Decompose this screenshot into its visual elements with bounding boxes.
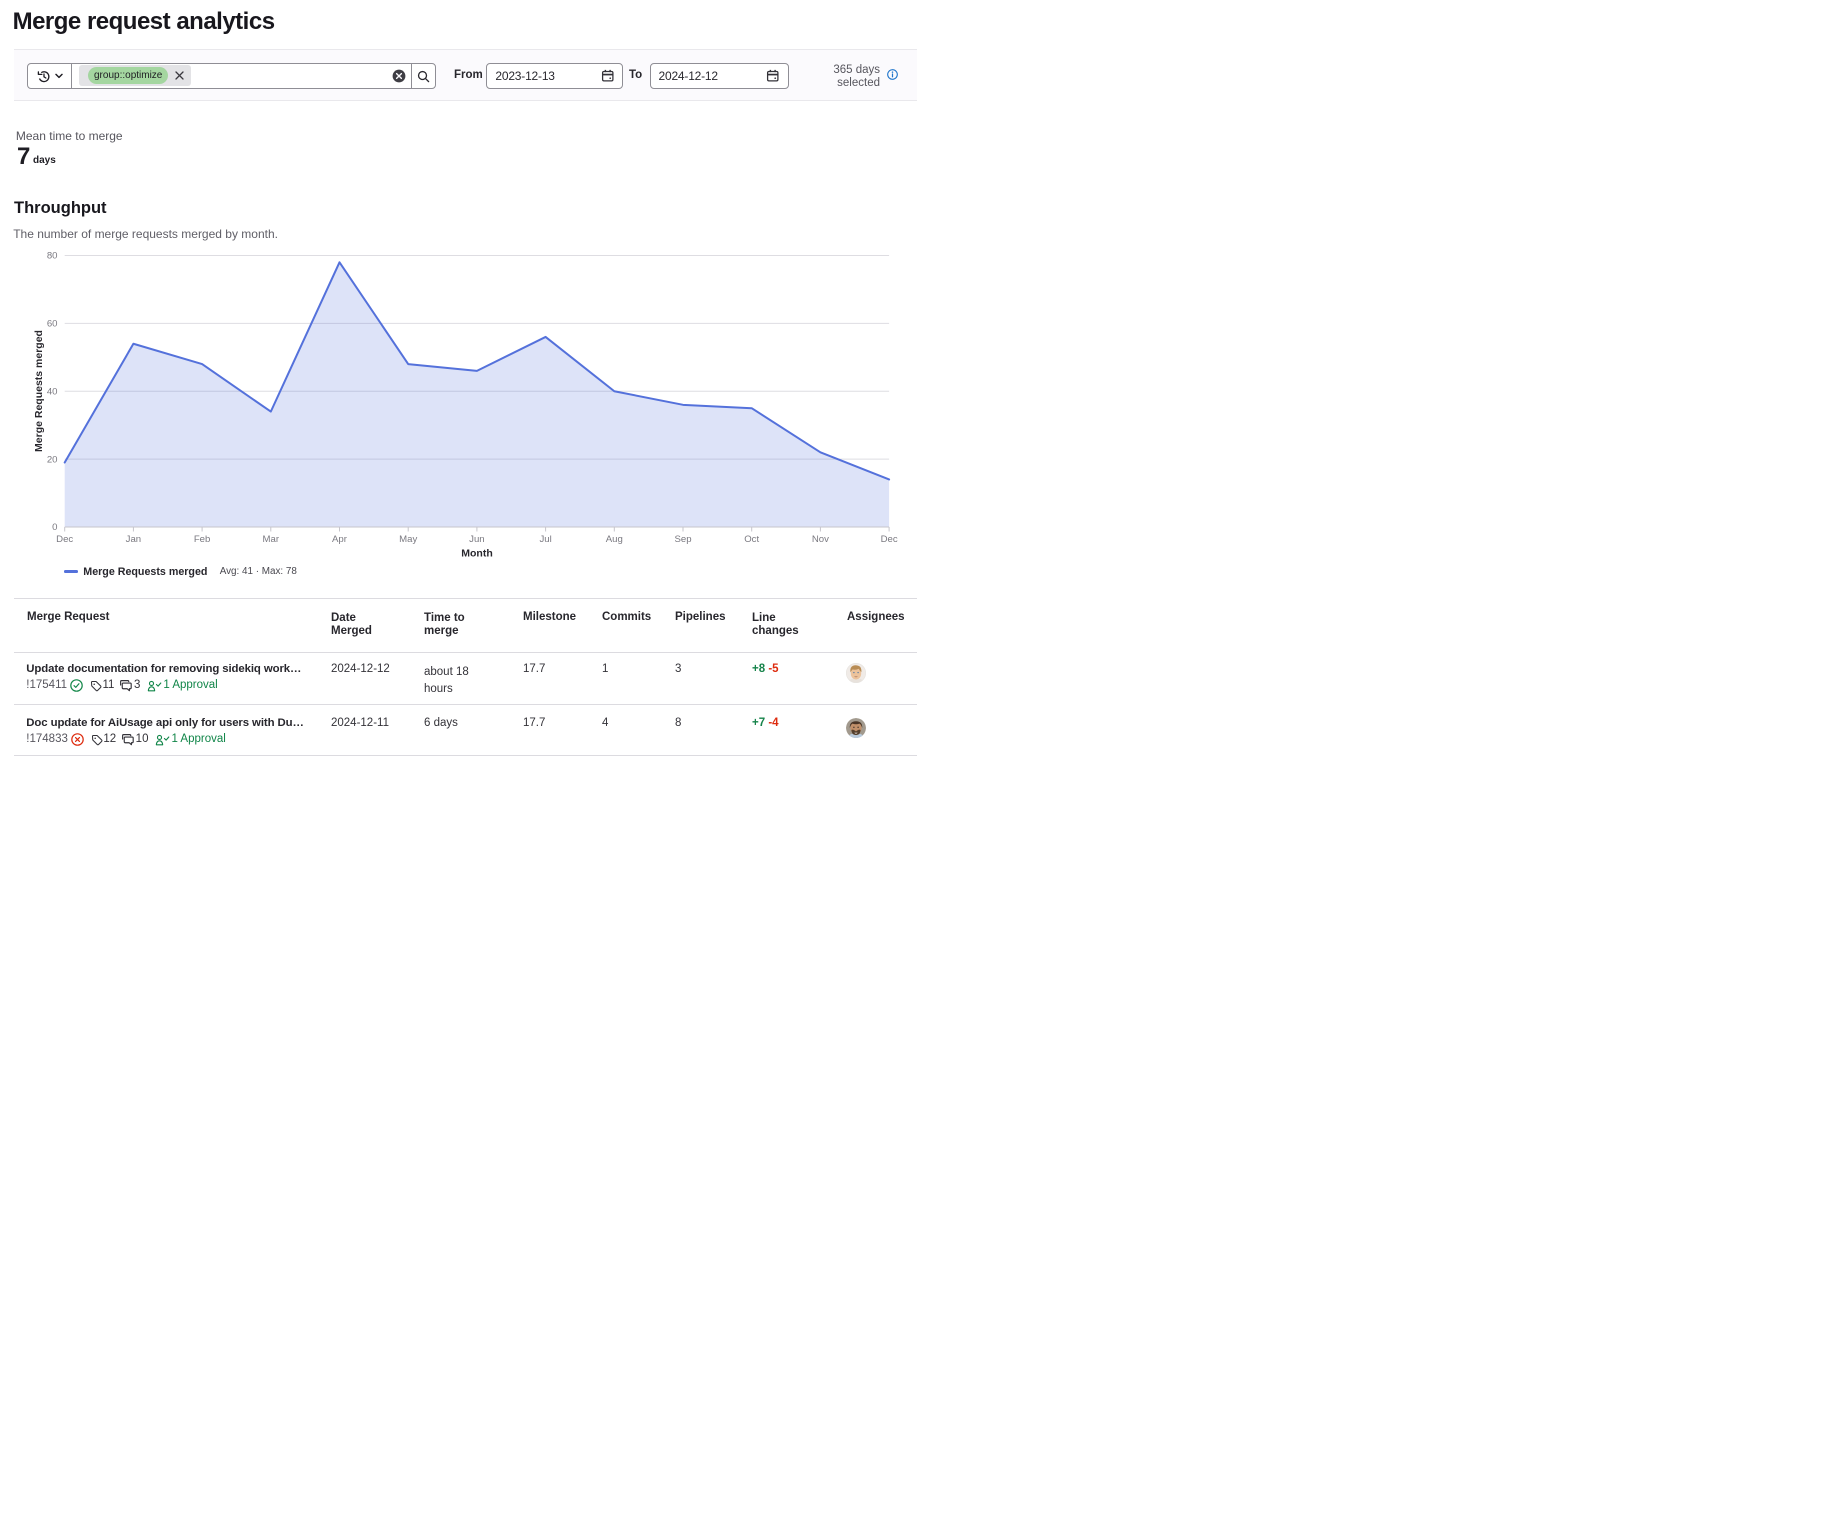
svg-text:20: 20: [47, 454, 58, 465]
svg-text:Apr: Apr: [332, 534, 348, 545]
svg-text:Dec: Dec: [881, 534, 898, 545]
svg-text:0: 0: [52, 522, 57, 533]
svg-text:Month: Month: [461, 548, 493, 560]
svg-text:Merge Requests merged: Merge Requests merged: [33, 330, 45, 452]
svg-text:Aug: Aug: [606, 534, 623, 545]
svg-text:Jun: Jun: [469, 534, 484, 545]
svg-text:40: 40: [47, 386, 58, 397]
svg-text:Dec: Dec: [56, 534, 73, 545]
svg-text:Oct: Oct: [744, 534, 759, 545]
svg-text:Nov: Nov: [812, 534, 829, 545]
svg-text:Feb: Feb: [194, 534, 211, 545]
svg-text:May: May: [399, 534, 417, 545]
svg-text:Mar: Mar: [263, 534, 280, 545]
svg-text:Jul: Jul: [539, 534, 551, 545]
svg-text:Jan: Jan: [126, 534, 141, 545]
svg-text:Sep: Sep: [674, 534, 691, 545]
svg-text:60: 60: [47, 319, 58, 330]
svg-text:80: 80: [47, 251, 58, 262]
